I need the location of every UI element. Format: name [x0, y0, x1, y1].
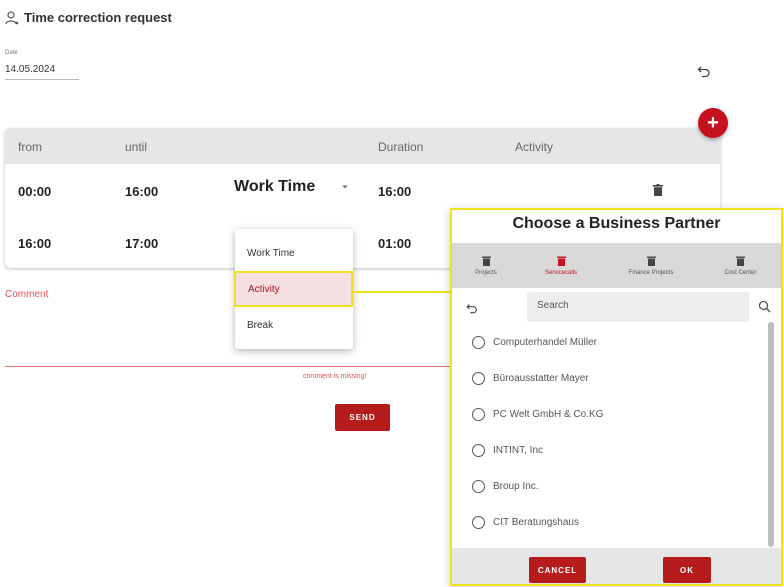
dropdown-option-work-time[interactable]: Work Time	[235, 235, 353, 271]
header-from: from	[18, 140, 42, 154]
tab-label: Finance Projects	[628, 269, 674, 276]
dropdown-option-break[interactable]: Break	[235, 307, 353, 343]
trash-icon	[481, 256, 491, 266]
header-until: until	[125, 140, 148, 154]
partner-item[interactable]: INTINT, Inc	[472, 437, 543, 463]
radio-icon[interactable]	[472, 515, 485, 529]
tab-finance-projects[interactable]: Finance Projects	[602, 243, 700, 288]
comment-label: Comment	[5, 289, 49, 300]
add-entry-button[interactable]: +	[698, 108, 728, 138]
dialog-footer	[452, 548, 781, 584]
partner-item[interactable]: Broup Inc.	[472, 473, 539, 499]
tab-label: Projects	[475, 269, 497, 276]
table-header: from until Duration Activity	[5, 128, 720, 164]
trash-icon	[646, 256, 656, 266]
trash-icon	[556, 256, 566, 266]
page-title-text: Time correction request	[24, 10, 172, 25]
radio-icon[interactable]	[472, 335, 485, 349]
date-label: Date	[5, 50, 18, 56]
cancel-button[interactable]: CANCEL	[529, 557, 586, 583]
chevron-down-icon[interactable]	[341, 184, 349, 190]
undo-icon[interactable]	[466, 302, 478, 314]
header-duration: Duration	[378, 140, 424, 154]
undo-icon[interactable]	[697, 64, 711, 78]
date-field[interactable]: 14.05.2024	[5, 64, 79, 80]
radio-icon[interactable]	[472, 407, 485, 421]
partner-tabs: Projects Servicecalls Finance Projects C…	[452, 243, 781, 288]
search-input[interactable]: Search	[527, 292, 749, 322]
comment-input[interactable]	[5, 366, 450, 367]
radio-icon[interactable]	[472, 371, 485, 385]
trash-icon[interactable]	[653, 184, 663, 196]
dropdown-option-activity[interactable]: Activity	[234, 271, 353, 307]
highlight-connector	[352, 291, 453, 293]
header-activity: Activity	[515, 140, 554, 154]
partner-name: CIT Beratungshaus	[493, 516, 579, 528]
dialog-title: Choose a Business Partner	[512, 215, 721, 232]
person-icon	[5, 10, 19, 24]
row1-duration: 16:00	[378, 184, 412, 199]
radio-icon[interactable]	[472, 479, 485, 493]
tab-label: Servicecalls	[544, 269, 577, 276]
radio-icon[interactable]	[472, 443, 485, 457]
page-title: Time correction request	[5, 10, 172, 25]
row2-duration: 01:00	[378, 236, 412, 251]
partner-name: Büroausstatter Mayer	[493, 372, 589, 384]
row1-until[interactable]: 16:00	[125, 184, 158, 199]
partner-name: INTINT, Inc	[493, 444, 544, 456]
row1-type-select[interactable]: Work Time	[234, 178, 315, 196]
tab-cost-center[interactable]: Cost Center	[700, 243, 781, 288]
partner-name: PC Welt GmbH & Co.KG	[493, 408, 604, 420]
partner-item[interactable]: Büroausstatter Mayer	[472, 365, 589, 391]
partner-name: Broup Inc.	[493, 480, 539, 492]
partner-item[interactable]: Computerhandel Müller	[472, 329, 597, 355]
row1-from[interactable]: 00:00	[18, 184, 51, 199]
search-icon[interactable]	[758, 300, 771, 313]
type-dropdown-menu: Work Time Activity Break	[234, 229, 353, 349]
scrollbar[interactable]	[768, 322, 774, 547]
comment-error: comment is missing!	[303, 373, 367, 380]
partner-name: Computerhandel Müller	[493, 336, 597, 348]
ok-button[interactable]: OK	[663, 557, 711, 583]
trash-icon	[736, 256, 745, 266]
tab-projects[interactable]: Projects	[452, 243, 520, 288]
send-button[interactable]: SEND	[335, 404, 390, 431]
row2-from[interactable]: 16:00	[18, 236, 51, 251]
row2-until[interactable]: 17:00	[125, 236, 158, 251]
partner-item[interactable]: CIT Beratungshaus	[472, 509, 579, 535]
business-partner-dialog: Choose a Business Partner Projects Servi…	[450, 208, 783, 586]
tab-servicecalls[interactable]: Servicecalls	[520, 243, 602, 288]
partner-item[interactable]: PC Welt GmbH & Co.KG	[472, 401, 603, 427]
tab-label: Cost Center	[724, 269, 757, 276]
